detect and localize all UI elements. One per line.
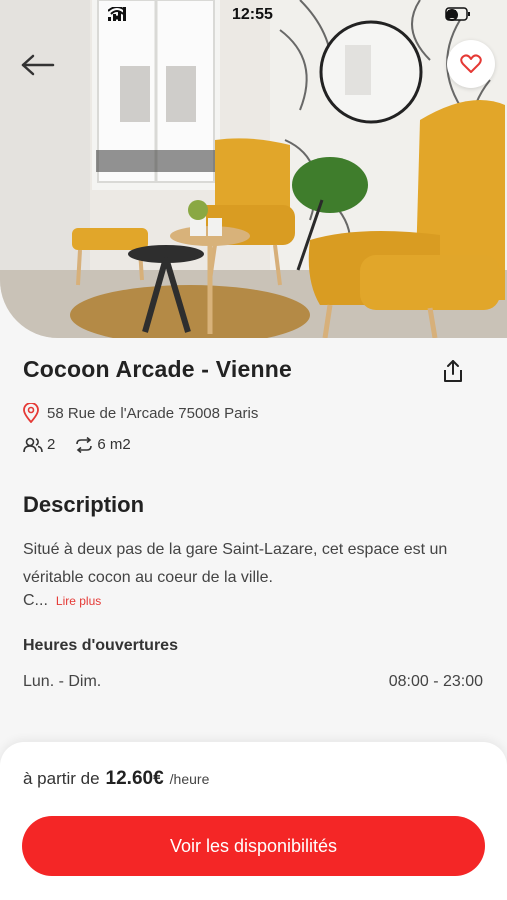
booking-panel: à partir de 12.60€ /heure Voir les dispo…: [0, 742, 507, 900]
hours-heading: Heures d'ouvertures: [23, 637, 178, 654]
description-text: Situé à deux pas de la gare Saint-Lazare…: [23, 541, 448, 586]
status-time: 12:55: [232, 6, 273, 23]
wifi-icon: [108, 7, 126, 20]
hero-image: 12:55: [0, 0, 507, 338]
price-unit: /heure: [169, 771, 210, 787]
price-value: 12.60€: [105, 768, 164, 789]
hours-time: 08:00 - 23:00: [388, 673, 483, 690]
area-value: 6 m2: [97, 436, 131, 453]
arrow-left-icon: [21, 54, 55, 76]
location-pin-icon: [23, 403, 39, 423]
share-icon: [444, 360, 462, 382]
description-truncated: C...: [23, 592, 48, 609]
share-button[interactable]: [440, 358, 466, 384]
status-bar: 12:55: [0, 0, 507, 30]
area-item: 6 m2: [75, 436, 131, 453]
capacity-value: 2: [47, 436, 56, 453]
hours-days: Lun. - Dim.: [23, 673, 102, 690]
space-title: Cocoon Arcade - Vienne: [23, 356, 292, 382]
back-button[interactable]: [18, 48, 58, 82]
description-more: C... Lire plus: [23, 592, 101, 610]
battery-icon: [445, 7, 470, 21]
availability-button[interactable]: Voir les disponibilités: [22, 816, 485, 876]
favorite-button[interactable]: [447, 40, 495, 88]
capacity-item: 2: [23, 436, 55, 453]
address-row: 58 Rue de l'Arcade 75008 Paris: [23, 403, 258, 423]
price-prefix: à partir de: [23, 769, 100, 788]
read-more-link[interactable]: Lire plus: [56, 594, 101, 608]
heart-icon: [460, 54, 482, 73]
area-icon: [76, 436, 93, 453]
price-line: à partir de 12.60€ /heure: [23, 768, 209, 790]
description-heading: Description: [23, 492, 145, 517]
people-icon: [23, 437, 43, 452]
space-meta: 2 6 m2: [23, 436, 143, 453]
room-photo: [0, 0, 507, 338]
address-text: 58 Rue de l'Arcade 75008 Paris: [47, 404, 259, 422]
